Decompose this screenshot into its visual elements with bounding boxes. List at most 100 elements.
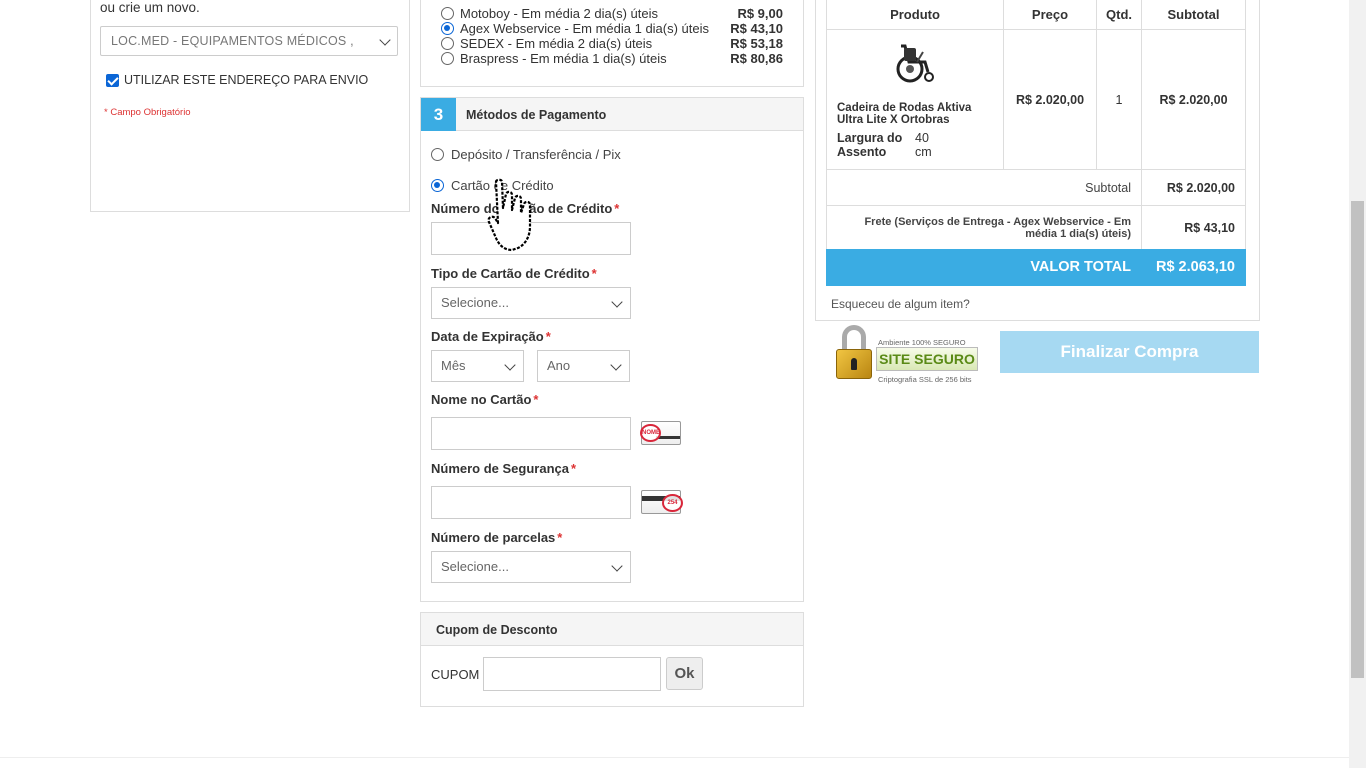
payment-title: Métodos de Pagamento: [466, 108, 607, 122]
footer-divider: [0, 757, 1350, 758]
product-qty: 1: [1096, 29, 1142, 170]
card-name-label-text: Nome no Cartão: [431, 392, 532, 407]
chevron-down-icon: [610, 359, 622, 371]
card-type-label: Tipo de Cartão de Crédito *: [431, 266, 597, 281]
expiry-label: Data de Expiração *: [431, 329, 551, 344]
address-select-value: LOC.MED - EQUIPAMENTOS MÉDICOS ,: [111, 34, 354, 48]
forgot-item-link[interactable]: Esqueceu de algum item?: [831, 297, 970, 311]
required-mark: *: [614, 201, 620, 216]
payment-step-number: 3: [421, 98, 456, 131]
chevron-down-icon: [611, 296, 623, 308]
product-subtotal: R$ 2.020,00: [1141, 29, 1246, 170]
col-header-qty: Qtd.: [1096, 0, 1142, 30]
product-attribute-name: Largura do Assento: [837, 131, 903, 159]
shipping-row: Frete (Serviços de Entrega - Agex Webser…: [826, 205, 1246, 250]
shipping-option-label: Motoboy - Em média 2 dia(s) úteis: [460, 6, 658, 21]
cvv-label: Número de Segurança *: [431, 461, 576, 476]
shipping-radio[interactable]: [441, 7, 454, 20]
card-name-input[interactable]: [431, 417, 631, 450]
shipping-option-label: SEDEX - Em média 2 dia(s) úteis: [460, 36, 653, 51]
shipping-option-braspress[interactable]: Braspress - Em média 1 dia(s) úteis R$ 8…: [441, 51, 783, 66]
expiry-year-select[interactable]: Ano: [537, 350, 630, 382]
total-label: VALOR TOTAL: [1030, 259, 1131, 275]
product-attribute: Largura do Assento 40 cm: [837, 131, 932, 159]
card-name-label: Nome no Cartão *: [431, 392, 538, 407]
keyhole: [851, 358, 857, 370]
shipping-cost-label: Frete (Serviços de Entrega - Agex Webser…: [826, 205, 1142, 250]
shipping-radio[interactable]: [441, 37, 454, 50]
card-type-select[interactable]: Selecione...: [431, 287, 631, 319]
cvv-hint-icon: 254: [641, 490, 683, 514]
installments-select[interactable]: Selecione...: [431, 551, 631, 583]
required-mark: *: [545, 329, 551, 344]
shipping-option-price: R$ 80,86: [730, 51, 783, 66]
secure-seal-bottom-text: Criptografia SSL de 256 bits: [878, 375, 972, 384]
shipping-radio[interactable]: [441, 52, 454, 65]
hand-pointer-cursor-icon: [487, 178, 532, 252]
address-select[interactable]: LOC.MED - EQUIPAMENTOS MÉDICOS ,: [100, 26, 398, 56]
total-bar: VALOR TOTAL R$ 2.063,10: [826, 249, 1246, 286]
required-mark: *: [557, 530, 563, 545]
shipping-option-motoboy[interactable]: Motoboy - Em média 2 dia(s) úteis R$ 9,0…: [441, 6, 783, 21]
product-name[interactable]: Cadeira de Rodas Aktiva Ultra Lite X Ort…: [837, 102, 997, 126]
product-price: R$ 2.020,00: [1003, 29, 1097, 170]
chevron-down-icon: [504, 359, 516, 371]
shipping-option-label: Agex Webservice - Em média 1 dia(s) útei…: [460, 21, 710, 36]
secure-seal-badge: SITE SEGURO: [876, 347, 978, 371]
cvv-label-text: Número de Segurança: [431, 461, 569, 476]
use-address-checkbox[interactable]: [106, 73, 119, 87]
payment-radio[interactable]: [431, 148, 444, 161]
product-attribute-value: 40 cm: [915, 131, 932, 159]
shipping-option-price: R$ 9,00: [737, 6, 783, 21]
subtotal-row: Subtotal R$ 2.020,00: [826, 169, 1246, 206]
payment-option-deposit[interactable]: Depósito / Transferência / Pix: [431, 147, 621, 162]
scrollbar-thumb[interactable]: [1351, 201, 1364, 678]
total-value: R$ 2.063,10: [1155, 259, 1235, 275]
card-name-hint-icon: NOME: [640, 421, 681, 445]
chevron-down-icon: [611, 560, 623, 572]
subtotal-value: R$ 2.020,00: [1141, 169, 1246, 206]
use-address-for-shipping[interactable]: UTILIZAR ESTE ENDEREÇO PARA ENVIO: [106, 73, 368, 87]
cvv-input[interactable]: [431, 486, 631, 519]
card-type-select-value: Selecione...: [441, 295, 509, 310]
coupon-input[interactable]: [483, 657, 661, 691]
chevron-down-icon: [379, 34, 391, 46]
secure-seal-top-text: Ambiente 100% SEGURO: [878, 338, 966, 347]
required-field-note: * Campo Obrigatório: [104, 107, 191, 118]
shipping-radio[interactable]: [441, 22, 454, 35]
coupon-label: CUPOM: [431, 667, 480, 682]
address-intro-text: ou crie um novo.: [100, 0, 200, 15]
expiry-month-select[interactable]: Mês: [431, 350, 524, 382]
coupon-title: Cupom de Desconto: [436, 623, 558, 637]
expiry-month-value: Mês: [441, 358, 466, 373]
secure-site-seal: Ambiente 100% SEGURO SITE SEGURO Criptog…: [836, 325, 986, 384]
col-header-subtotal: Subtotal: [1141, 0, 1246, 30]
shipping-option-sedex[interactable]: SEDEX - Em média 2 dia(s) úteis R$ 53,18: [441, 36, 783, 51]
shipping-cost-value: R$ 43,10: [1141, 205, 1246, 250]
wheelchair-product-image[interactable]: [891, 42, 937, 84]
coupon-apply-button[interactable]: Ok: [666, 657, 703, 690]
expiry-label-text: Data de Expiração: [431, 329, 544, 344]
col-header-price: Preço: [1003, 0, 1097, 30]
installments-label-text: Número de parcelas: [431, 530, 556, 545]
installments-select-value: Selecione...: [441, 559, 509, 574]
required-mark: *: [533, 392, 539, 407]
shipping-option-label: Braspress - Em média 1 dia(s) úteis: [460, 51, 667, 66]
card-type-label-text: Tipo de Cartão de Crédito: [431, 266, 590, 281]
installments-label: Número de parcelas *: [431, 530, 562, 545]
card-name-hint-circle: NOME: [640, 424, 661, 442]
shipping-option-price: R$ 43,10: [730, 21, 783, 36]
required-mark: *: [591, 266, 597, 281]
use-address-label: UTILIZAR ESTE ENDEREÇO PARA ENVIO: [124, 73, 369, 87]
cvv-hint-circle: 254: [662, 494, 683, 512]
expiry-year-value: Ano: [547, 358, 571, 373]
subtotal-label: Subtotal: [826, 169, 1142, 206]
shipping-option-agex[interactable]: Agex Webservice - Em média 1 dia(s) útei…: [441, 21, 783, 36]
finalize-purchase-button[interactable]: Finalizar Compra: [1000, 331, 1259, 373]
required-mark: *: [571, 461, 577, 476]
product-cell: Cadeira de Rodas Aktiva Ultra Lite X Ort…: [826, 29, 1004, 170]
payment-radio[interactable]: [431, 179, 444, 192]
payment-option-label: Depósito / Transferência / Pix: [451, 147, 621, 162]
col-header-product: Produto: [826, 0, 1004, 30]
summary-header-row: Produto Preço Qtd. Subtotal: [826, 0, 1246, 30]
